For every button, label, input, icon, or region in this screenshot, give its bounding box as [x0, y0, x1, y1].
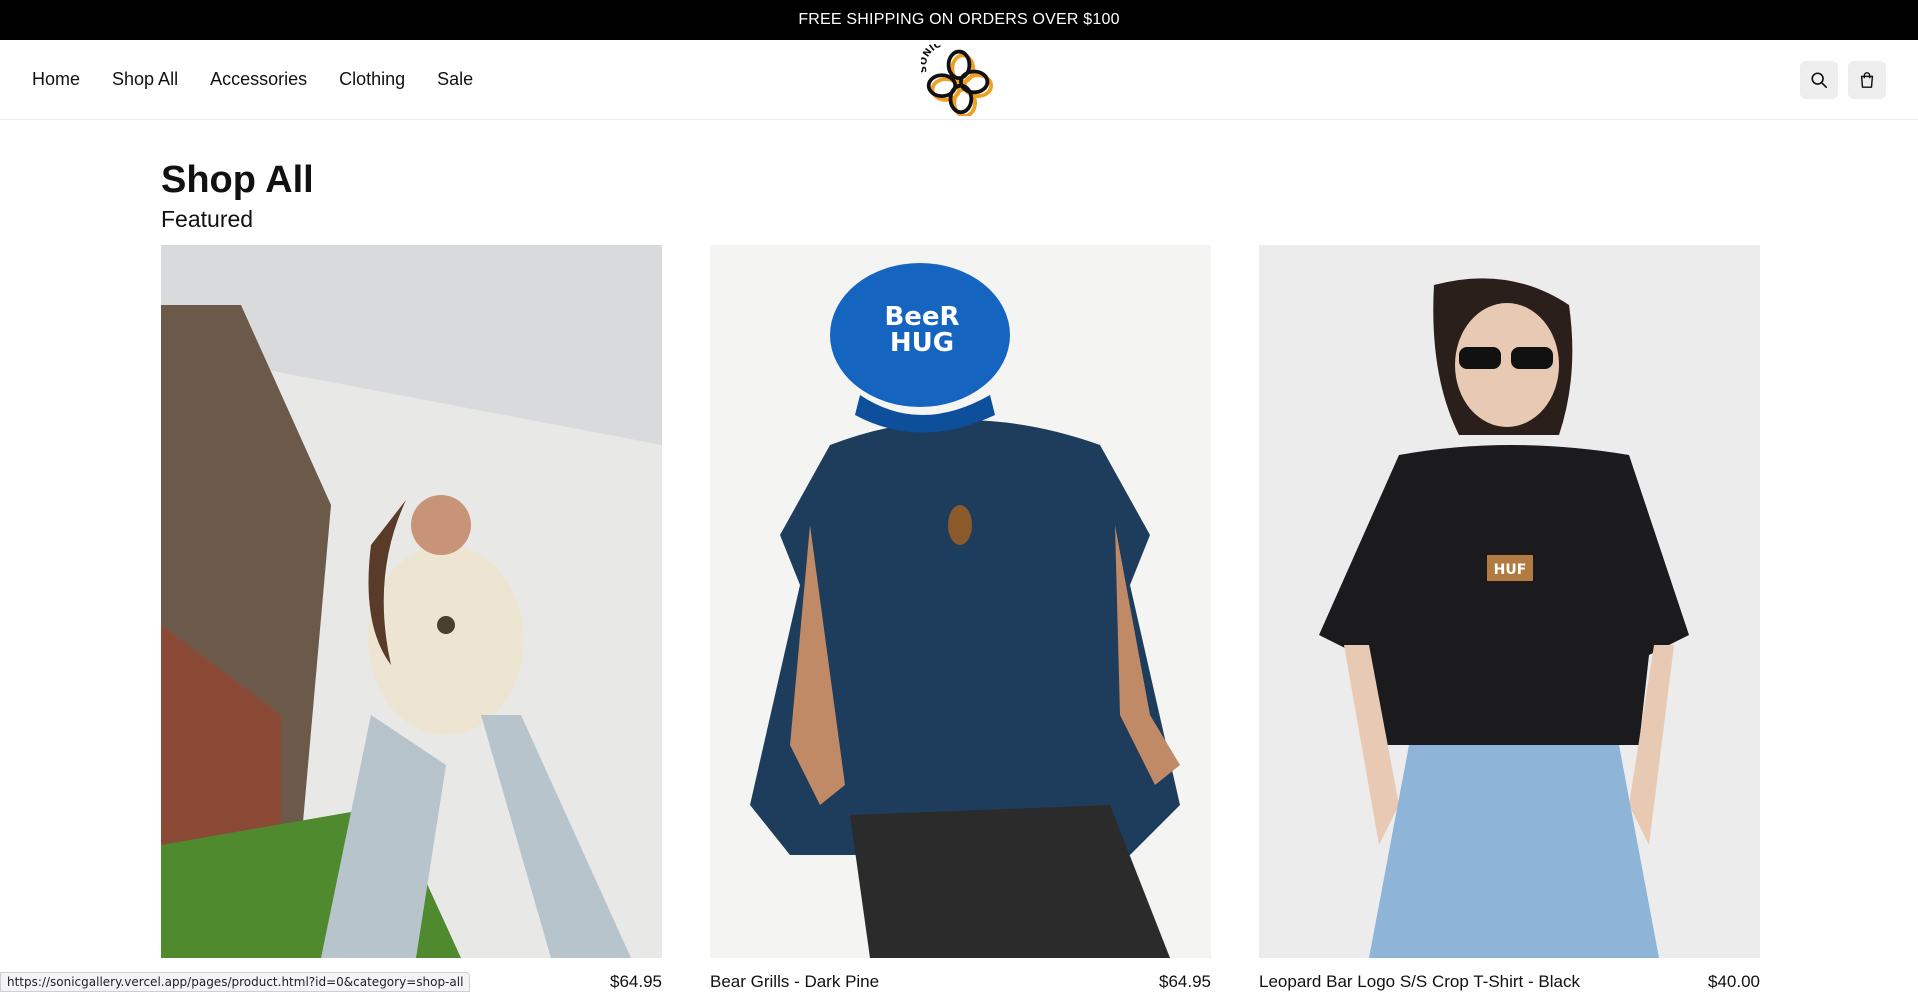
search-button[interactable] — [1800, 60, 1838, 99]
product-grid: $64.95 BeeR HUG Bear Grills - Dark Pine … — [161, 245, 1918, 992]
product-image[interactable]: BeeR HUG — [710, 245, 1211, 959]
product-meta: Leopard Bar Logo S/S Crop T-Shirt - Blac… — [1259, 972, 1760, 992]
woman-cream-tee-photo — [161, 245, 662, 959]
cart-button[interactable] — [1848, 60, 1886, 99]
status-bar-url: https://sonicgallery.vercel.app/pages/pr… — [0, 972, 471, 992]
product-price: $64.95 — [610, 972, 662, 992]
nav-sale[interactable]: Sale — [437, 69, 473, 89]
man-navy-tee-photo: BeeR HUG — [710, 245, 1211, 959]
product-price: $64.95 — [1159, 972, 1211, 992]
product-image[interactable] — [161, 245, 662, 959]
section-title: Featured — [161, 205, 254, 232]
page-title: Shop All — [161, 159, 314, 201]
product-price: $40.00 — [1708, 972, 1760, 992]
product-name[interactable]: Leopard Bar Logo S/S Crop T-Shirt - Blac… — [1259, 972, 1580, 992]
search-icon — [1811, 71, 1828, 88]
product-meta: Bear Grills - Dark Pine $64.95 — [710, 972, 1211, 992]
site-header: Home Shop All Accessories Clothing Sale — [0, 39, 1918, 120]
nav-accessories[interactable]: Accessories — [210, 69, 307, 89]
cart-icon — [1860, 71, 1874, 88]
product-card[interactable]: HUF Leopard Bar Logo S/S Crop T-Shirt - … — [1259, 245, 1760, 992]
svg-text:SONIC: SONIC — [921, 44, 943, 73]
header-actions — [1800, 60, 1886, 99]
nav-clothing[interactable]: Clothing — [339, 69, 405, 89]
svg-text:HUG: HUG — [890, 328, 954, 358]
product-card[interactable]: $64.95 — [161, 245, 662, 992]
logo-text: SONIC — [918, 39, 943, 74]
main-nav: Home Shop All Accessories Clothing Sale — [32, 69, 473, 90]
flower-logo-icon: SONIC — [918, 39, 994, 118]
product-card[interactable]: BeeR HUG Bear Grills - Dark Pine $64.95 — [710, 245, 1211, 992]
nav-shop-all[interactable]: Shop All — [112, 69, 178, 89]
promo-text: FREE SHIPPING ON ORDERS OVER $100 — [798, 11, 1120, 28]
product-name[interactable]: Bear Grills - Dark Pine — [710, 972, 879, 992]
product-image[interactable]: HUF — [1259, 245, 1760, 959]
svg-text:HUF: HUF — [1494, 562, 1527, 578]
main-content: Shop All Featured $64.95 BeeR HUG Bear G… — [0, 159, 1918, 992]
site-logo[interactable]: SONIC — [918, 39, 997, 118]
nav-home[interactable]: Home — [32, 69, 80, 89]
promo-bar: FREE SHIPPING ON ORDERS OVER $100 — [0, 0, 1918, 40]
woman-black-crop-tee-photo: HUF — [1259, 245, 1760, 959]
